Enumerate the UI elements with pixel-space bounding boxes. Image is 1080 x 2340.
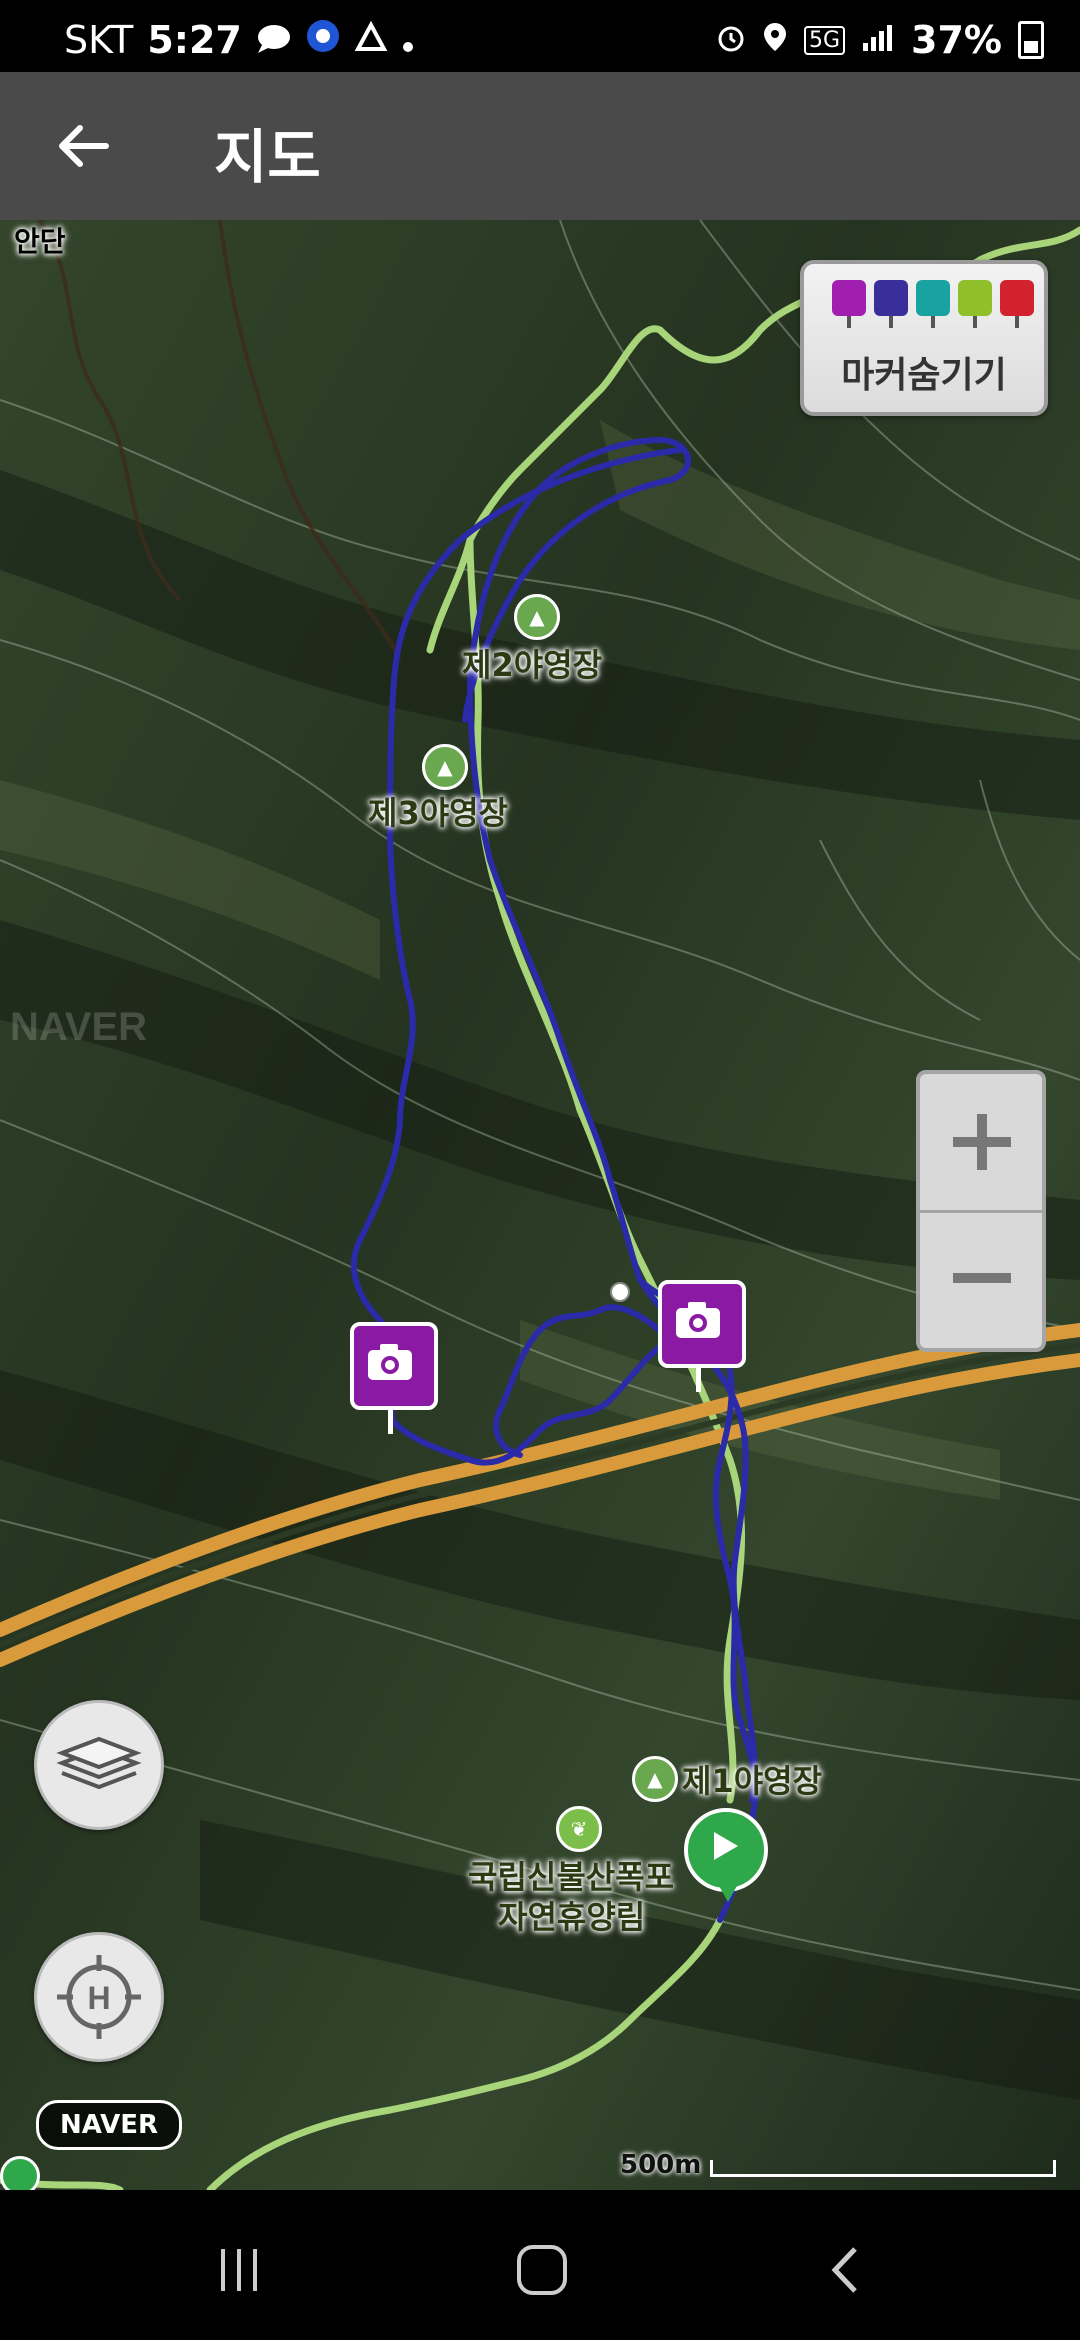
start-point-marker[interactable] (684, 1808, 768, 1902)
home-location-icon: H (57, 1955, 141, 2039)
place-label-camp1: 제1야영장 (682, 1762, 823, 1800)
signal-icon (861, 18, 895, 62)
more-dot-icon (402, 18, 414, 62)
voice-marker-icon (916, 280, 950, 328)
memo-marker-icon (958, 280, 992, 328)
back-arrow-icon[interactable] (54, 116, 114, 176)
chat-icon (256, 18, 292, 62)
layers-icon (56, 1736, 142, 1790)
recent-apps-icon (221, 2249, 257, 2291)
alarm-icon (716, 18, 746, 62)
hide-markers-label: 마커숨기기 (841, 355, 1007, 396)
camera-icon (676, 1302, 720, 1338)
photo-marker[interactable] (350, 1322, 438, 1434)
arrow-circle-icon (0, 2156, 40, 2190)
campsite-icon: ▲ (632, 1756, 678, 1802)
photo-marker[interactable] (658, 1280, 746, 1392)
map-view[interactable]: NAVER 안단 마커숨기기 ▲ 제2야영장 ▲ 제3야영장 ▲ 제1야영장 ❦… (0, 220, 1080, 2190)
carrier-label: SKT (64, 18, 134, 62)
status-left: SKT 5:27 (64, 18, 414, 62)
svg-text:H: H (87, 1980, 110, 2016)
chevron-left-icon (831, 2247, 857, 2293)
camera-marker-icon (832, 280, 866, 328)
map-layers-button[interactable] (34, 1700, 164, 1830)
leaf-icon: ❦ (556, 1806, 602, 1852)
status-right: 5G 37% (716, 18, 1044, 62)
recent-apps-button[interactable] (200, 2240, 280, 2300)
page-title: 지도 (214, 123, 321, 191)
naver-logo: NAVER (36, 2100, 182, 2150)
scale-label: 500m (620, 2150, 702, 2180)
app-notification-icon (354, 18, 388, 62)
play-icon (714, 1832, 738, 1860)
video-marker-icon (874, 280, 908, 328)
place-label-camp3: 제3야영장 (368, 794, 509, 832)
flag-marker-icon (1000, 280, 1034, 328)
zoom-in-button[interactable] (920, 1074, 1042, 1213)
scale-bar (710, 2160, 1056, 2177)
plus-icon (953, 1114, 1011, 1170)
minus-icon (953, 1273, 1011, 1283)
zoom-controls (916, 1070, 1046, 1352)
clock: 5:27 (147, 18, 242, 62)
place-label-camp2: 제2야영장 (462, 646, 603, 684)
battery-percent: 37% (911, 18, 1002, 62)
marker-hide-panel[interactable]: 마커숨기기 (800, 260, 1048, 416)
zoom-out-button[interactable] (920, 1210, 1042, 1346)
map-label-fragment: 안단 (14, 225, 66, 258)
home-icon (517, 2245, 567, 2295)
battery-icon (1018, 21, 1044, 59)
place-label-forest-line2: 자연휴양림 (498, 1898, 646, 1936)
location-icon (762, 18, 788, 62)
network-label: 5G (803, 25, 846, 55)
supersol-icon (306, 18, 340, 62)
home-button[interactable] (502, 2240, 582, 2300)
marker-type-icons (832, 280, 1034, 328)
back-button[interactable] (806, 2240, 886, 2300)
campsite-icon: ▲ (514, 594, 560, 640)
system-nav-bar (0, 2190, 1080, 2340)
status-bar: SKT 5:27 5G 37% (0, 0, 1080, 72)
camera-icon (368, 1344, 412, 1380)
app-bar: 지도 (0, 72, 1080, 220)
map-scale: 500m (620, 2150, 1060, 2190)
svg-text:NAVER: NAVER (10, 1005, 147, 1049)
current-location-button[interactable]: H (34, 1932, 164, 2062)
campsite-icon: ▲ (422, 744, 468, 790)
